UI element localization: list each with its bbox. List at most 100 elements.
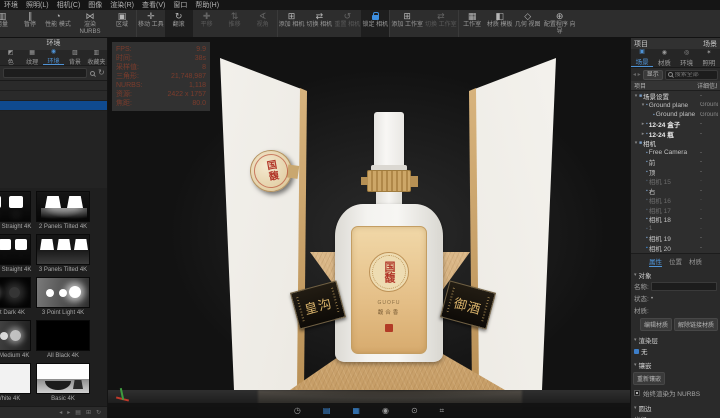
grid-view-icon[interactable]: ⊞ xyxy=(86,409,91,416)
library-folder-row[interactable] xyxy=(0,81,107,91)
tab-environment[interactable]: ◎ 环境 xyxy=(676,49,698,67)
scene-tree-row[interactable]: ▸ ▪ 12-24 瓶 - xyxy=(631,129,720,139)
render-nurbs-button[interactable]: ⋈ 渲染 NURBS xyxy=(72,10,108,37)
scene-tree-row[interactable]: ▾ ■ 场景设置 - xyxy=(631,91,720,101)
refresh-icon[interactable]: ↻ xyxy=(98,69,105,77)
render-layer-row[interactable]: 无 xyxy=(631,345,720,357)
scene-tree-row[interactable]: ▪ Free Camera - xyxy=(631,148,720,158)
menu-window[interactable]: 窗口 xyxy=(173,0,187,10)
library-folder-row[interactable] xyxy=(0,91,107,101)
tab-colors[interactable]: ◩ 色 xyxy=(0,50,21,65)
project-icon[interactable]: ▦ xyxy=(352,406,360,416)
scene-tree-row[interactable]: ▾ ▪ Ground plane Ground xyxy=(631,101,720,111)
animation-icon[interactable]: ◉ xyxy=(382,406,389,416)
tumble-button[interactable]: ↻ 翻滚 xyxy=(165,10,193,37)
pause-button[interactable]: ∥ 暂停 xyxy=(16,10,44,37)
lock-camera-button[interactable]: 锁定 相机 xyxy=(361,10,389,37)
scene-tree-row[interactable]: ▪ 相机 20 - xyxy=(631,243,720,253)
environment-thumbnail[interactable]: Basic 4K xyxy=(35,363,91,406)
keyshotxr-icon[interactable]: ⊙ xyxy=(411,406,418,416)
scene-tree-row[interactable]: ▾ ■ 相机 xyxy=(631,139,720,149)
scene-tree-columns: 项目 详细信息 xyxy=(631,81,720,91)
scene-tree-row[interactable]: ▪ 相机 16 - xyxy=(631,196,720,206)
geometry-view-button[interactable]: ◇ 几何 视图 xyxy=(514,10,542,37)
tab-material[interactable]: ◉ 材质 xyxy=(653,49,675,67)
scene-tree-row[interactable]: ▪ 右 - xyxy=(631,186,720,196)
environment-thumbnail[interactable]: 3 Panels Tilted 4K xyxy=(35,234,91,277)
menu-environment[interactable]: 环境 xyxy=(4,0,18,10)
list-view-icon[interactable]: ▤ xyxy=(75,409,81,416)
prev-page-icon[interactable]: ◂ xyxy=(59,409,62,416)
library-folder-row[interactable] xyxy=(0,101,107,111)
menu-image[interactable]: 图像 xyxy=(88,0,102,10)
dolly-button[interactable]: ⇅ 推移 xyxy=(221,10,249,37)
studio-button[interactable]: ▦ 工作室 xyxy=(458,10,486,37)
environment-thumbnail[interactable]: 3 Panels Straight 4K xyxy=(0,234,32,277)
object-name-input[interactable] xyxy=(651,282,717,291)
history-arrows[interactable]: ◂ ▸ xyxy=(633,71,641,78)
menu-view[interactable]: 查看(V) xyxy=(142,0,165,10)
environment-thumbnail[interactable]: 3 Point Light 4K xyxy=(35,277,91,320)
scene-tree-row[interactable]: ▪ 相机 15 - xyxy=(631,177,720,187)
scene-tree-row[interactable]: ▪ 1 - xyxy=(631,224,720,234)
scene-tree-row[interactable]: ▪ 相机 19 - xyxy=(631,234,720,244)
fov-button[interactable]: ∢ 视角 xyxy=(249,10,277,37)
refresh-icon[interactable]: ↻ xyxy=(96,409,101,416)
tab-scene[interactable]: ▣ 场景 xyxy=(631,49,653,67)
environment-thumbnail[interactable]: 3 Point Dark 4K xyxy=(0,277,32,320)
unlink-material-button[interactable]: 解除链接材质 xyxy=(674,318,718,331)
configurator-wizard-button[interactable]: ⊕ 配置程序 向导 xyxy=(542,10,578,37)
environment-thumbnail[interactable]: All Black 4K xyxy=(35,320,91,363)
pan-button[interactable]: ✚ 平移 xyxy=(193,10,221,37)
environment-thumbnail[interactable]: 3 Point Medium 4K xyxy=(0,320,32,363)
environment-thumbnail[interactable]: 2 Panels Tilted 4K xyxy=(35,191,91,234)
scene-tree-row[interactable]: ▪ 前 - xyxy=(631,158,720,168)
scene-search-input[interactable] xyxy=(675,72,715,78)
scene-tree-row[interactable]: ▪ 相机 18 - xyxy=(631,215,720,225)
scene-tree-row[interactable]: ▪ 顶 - xyxy=(631,167,720,177)
tab-environments[interactable]: ◉ 环境 xyxy=(43,50,64,65)
tab-properties[interactable]: 属性 xyxy=(649,256,662,267)
search-icon[interactable] xyxy=(90,71,95,76)
realtime-viewport[interactable]: 国馥 GUOFU 馥合香 皇沟 御酒 国馥 FPS: 9.9 时间: xyxy=(108,38,630,418)
always-nurbs-checkbox[interactable] xyxy=(634,390,640,396)
tessellation-header[interactable]: 镶嵌 xyxy=(631,360,720,370)
tab-position[interactable]: 位置 xyxy=(669,256,682,267)
menu-camera[interactable]: 相机(C) xyxy=(57,0,81,10)
tab-material-props[interactable]: 材质 xyxy=(689,256,702,267)
performance-mode-button[interactable]: ◔ 性能 模式 xyxy=(44,10,72,37)
add-camera-button[interactable]: ⊞ 添加 相机 xyxy=(277,10,306,37)
tab-backplates[interactable]: ▨ 背景 xyxy=(64,50,85,65)
library-icon[interactable]: ▤ xyxy=(323,406,331,416)
scene-tree-row[interactable]: ▪ 相机 17 - xyxy=(631,205,720,215)
region-button[interactable]: ▣ 区域 xyxy=(108,10,136,37)
switch-studio-button[interactable]: ⇄ 切换 工作室 xyxy=(424,10,458,37)
move-tool-button[interactable]: ✛ 移动 工具 xyxy=(136,10,165,37)
menu-lighting[interactable]: 照明(L) xyxy=(26,0,49,10)
round-edges-header[interactable]: 圆边 xyxy=(631,403,720,413)
scene-tree-row[interactable]: ▪ Ground plane Ground xyxy=(631,110,720,120)
render-layer-header[interactable]: 渲染层 xyxy=(631,335,720,345)
material-template-button[interactable]: ◧ 材质 模板 xyxy=(486,10,514,37)
tab-textures[interactable]: ▦ 纹理 xyxy=(21,50,42,65)
menu-help[interactable]: 帮助(H) xyxy=(195,0,219,10)
toolbar-button-label: 工作室 xyxy=(463,22,481,29)
object-section-header[interactable]: 对象 xyxy=(631,270,720,280)
show-filter-button[interactable]: 显示 xyxy=(643,70,663,80)
tab-favorites[interactable]: ▥ 收藏夹 xyxy=(86,50,107,65)
tab-lighting[interactable]: ✶ 照明 xyxy=(698,49,720,67)
scene-tree-row[interactable]: ▸ ▪ 12-24 盒子 - xyxy=(631,120,720,130)
switch-camera-button[interactable]: ⇄ 切换 相机 xyxy=(305,10,333,37)
reset-camera-button[interactable]: ↺ 重置 相机 xyxy=(333,10,361,37)
next-page-icon[interactable]: ▸ xyxy=(67,409,70,416)
cloud-library-icon[interactable]: ◷ xyxy=(294,406,301,416)
library-search-input[interactable] xyxy=(3,68,87,78)
environment-thumbnail[interactable]: All White 4K xyxy=(0,363,32,406)
screenshot-icon[interactable]: ⌗ xyxy=(440,406,445,416)
usage-button[interactable]: ▥ 用量 xyxy=(0,10,16,37)
environment-thumbnail[interactable]: 2 Panels Straight 4K xyxy=(0,191,32,234)
menu-render[interactable]: 渲染(R) xyxy=(110,0,134,10)
edit-material-button[interactable]: 编辑材质 xyxy=(640,318,672,331)
retessellate-button[interactable]: 重新镶嵌 xyxy=(633,372,665,385)
add-studio-button[interactable]: ⊞ 添加 工作室 xyxy=(389,10,424,37)
